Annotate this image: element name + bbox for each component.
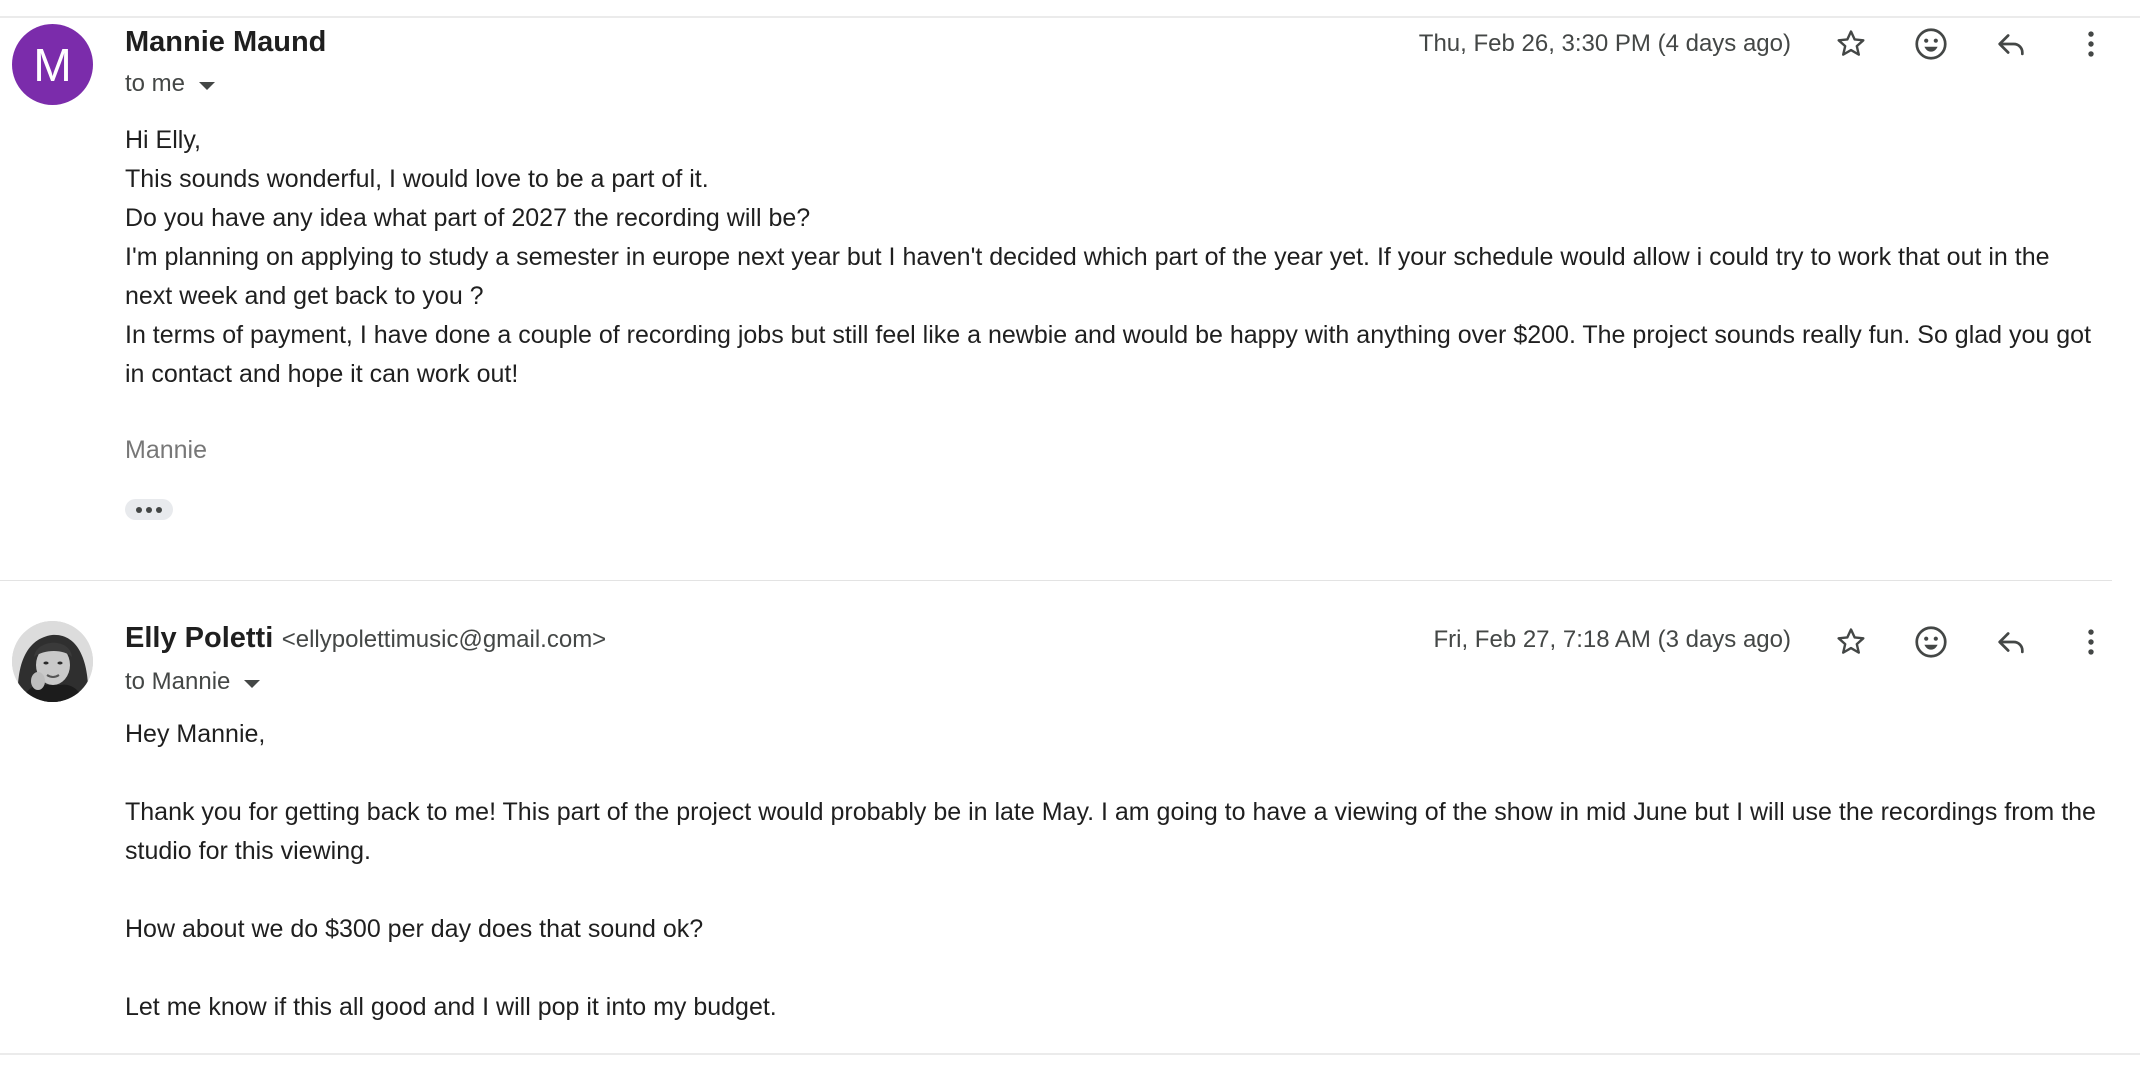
body-line: In terms of payment, I have done a coupl… <box>125 321 2092 388</box>
body-line: Hi Elly, <box>125 126 201 154</box>
message-body: Hey Mannie, Thank you for getting back t… <box>125 715 2100 1027</box>
dot <box>146 506 152 513</box>
recipient-details-toggle[interactable]: to Mannie <box>125 668 261 696</box>
body-line: How about we do $300 per day does that s… <box>125 915 704 943</box>
more-options-button[interactable] <box>2067 618 2115 666</box>
star-icon <box>1837 628 1865 654</box>
star-button[interactable] <box>1827 20 1875 68</box>
recipient-label: to Mannie <box>125 668 231 695</box>
signature: Mannie <box>125 436 207 464</box>
dot <box>156 506 162 513</box>
reply-button[interactable] <box>1987 618 2035 666</box>
caret-down-icon <box>244 679 261 688</box>
body-line: This sounds wonderful, I would love to b… <box>125 165 709 193</box>
email-message: M Mannie Maund to me Thu, Feb 26, 3:30 P… <box>0 18 2140 578</box>
emoji-icon <box>1915 626 1947 658</box>
timestamp: Thu, Feb 26, 3:30 PM (4 days ago) <box>1418 30 1791 57</box>
star-button[interactable] <box>1827 618 1875 666</box>
more-options-button[interactable] <box>2067 20 2115 68</box>
caret-down-icon <box>199 81 216 90</box>
email-message: Elly Poletti <ellypolettimusic@gmail.com… <box>0 582 2140 1052</box>
reply-icon <box>1998 632 2024 654</box>
sender-name[interactable]: Mannie Maund <box>125 26 326 58</box>
sender-email[interactable]: <ellypolettimusic@gmail.com> <box>282 626 606 653</box>
sender-line: Elly Poletti <ellypolettimusic@gmail.com… <box>125 622 606 655</box>
more-vertical-icon <box>2088 31 2094 57</box>
more-vertical-icon <box>2088 629 2094 655</box>
body-line: Let me know if this all good and I will … <box>125 993 777 1021</box>
body-line: Do you have any idea what part of 2027 t… <box>125 204 811 232</box>
reply-button[interactable] <box>1987 20 2035 68</box>
timestamp: Fri, Feb 27, 7:18 AM (3 days ago) <box>1433 626 1791 653</box>
sender-name[interactable]: Elly Poletti <box>125 622 273 654</box>
body-line: Hey Mannie, <box>125 720 266 748</box>
profile-photo <box>12 621 93 702</box>
show-trimmed-content-button[interactable] <box>125 499 173 520</box>
sender-line: Mannie Maund <box>125 26 326 59</box>
reply-icon <box>1998 34 2024 56</box>
recipient-label: to me <box>125 70 186 97</box>
body-line: Thank you for getting back to me! This p… <box>125 798 2096 865</box>
dot <box>136 506 142 513</box>
body-line: I'm planning on applying to study a seme… <box>125 243 2050 310</box>
message-divider <box>0 580 2112 581</box>
avatar[interactable]: M <box>12 24 93 105</box>
bottom-divider <box>0 1053 2140 1055</box>
avatar[interactable] <box>12 621 93 702</box>
recipient-details-toggle[interactable]: to me <box>125 70 216 98</box>
star-icon <box>1837 30 1865 56</box>
add-reaction-button[interactable] <box>1907 618 1955 666</box>
emoji-icon <box>1915 28 1947 60</box>
add-reaction-button[interactable] <box>1907 20 1955 68</box>
message-body: Hi Elly, This sounds wonderful, I would … <box>125 121 2100 394</box>
